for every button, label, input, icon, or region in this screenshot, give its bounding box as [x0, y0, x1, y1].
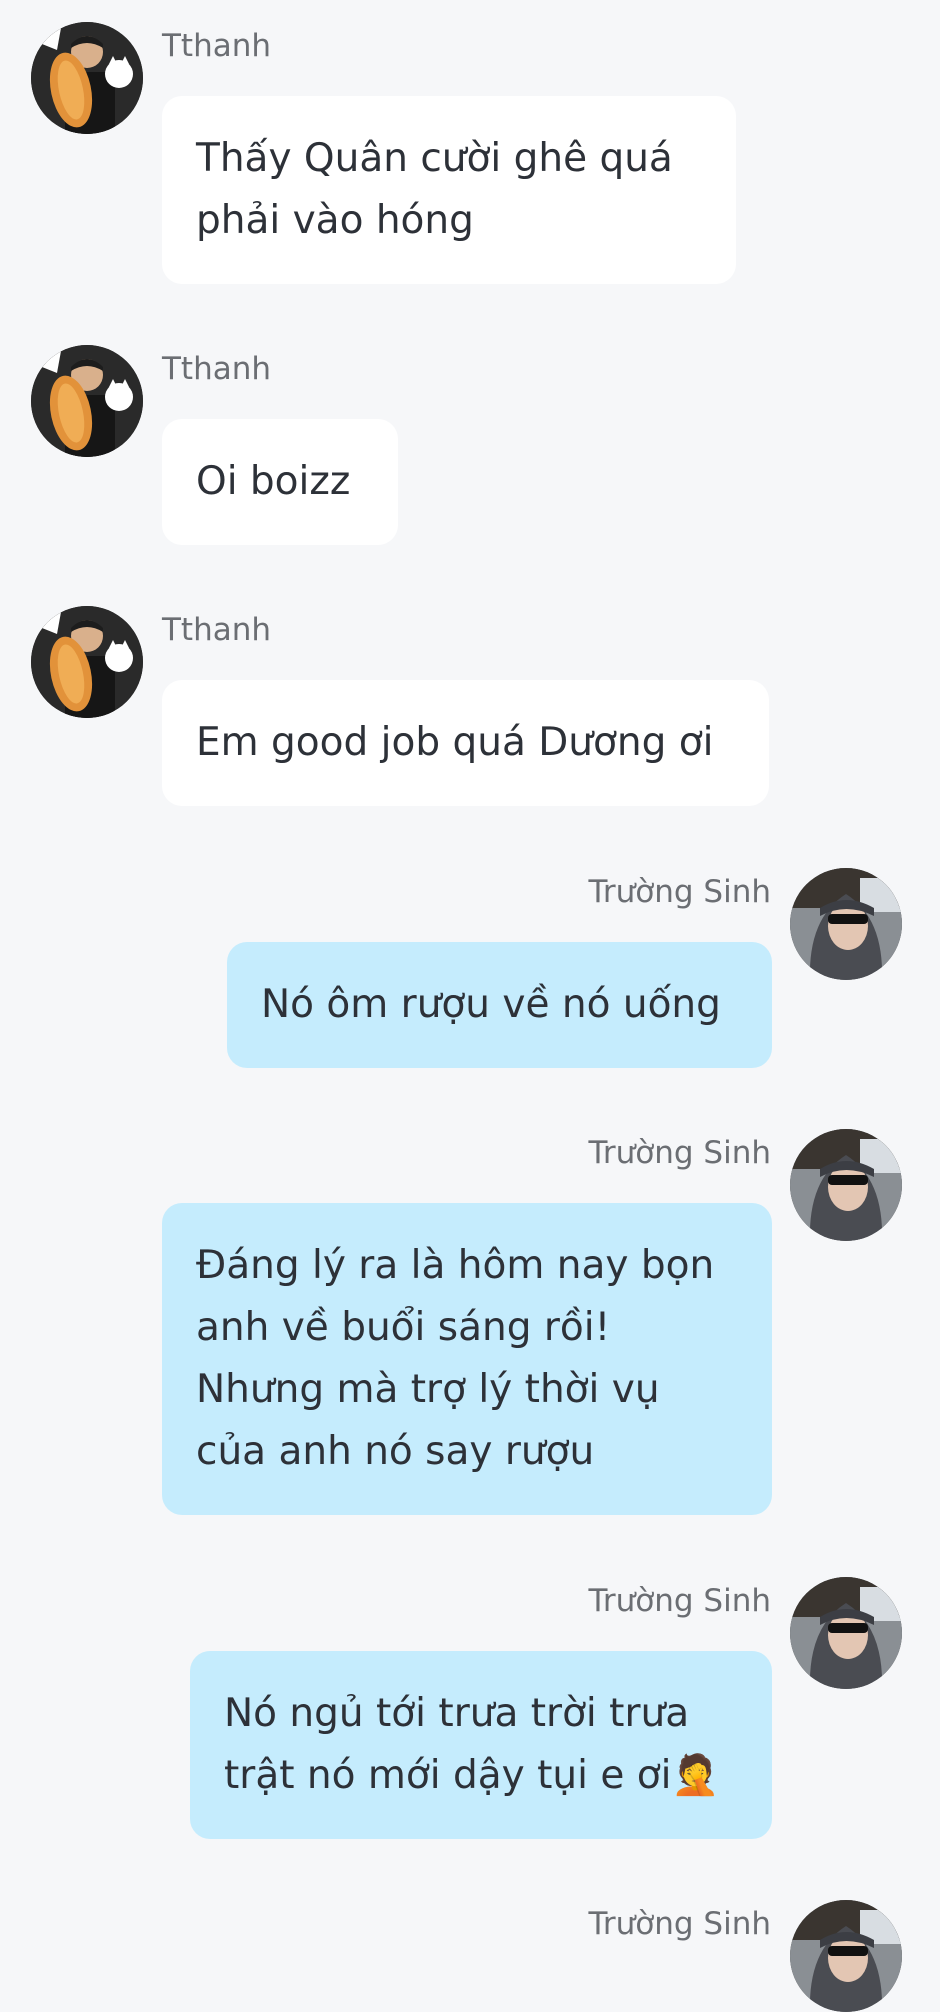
hooded-person-sunglasses-avatar-icon: [790, 1129, 902, 1241]
message-text-line: Nhưng mà trợ lý thời vụ: [196, 1367, 660, 1412]
sender-avatar[interactable]: [790, 1577, 902, 1689]
message-bubble[interactable]: Đáng lý ra là hôm nay bọn anh về buổi sá…: [162, 1203, 772, 1515]
sender-name: Trường Sinh: [588, 1906, 771, 1942]
sender-avatar[interactable]: [790, 868, 902, 980]
message-text-line: Thấy Quân cười ghê quá: [196, 136, 673, 181]
message-bubble[interactable]: Oi boizz: [162, 419, 398, 545]
chat-thread: Tthanh Thấy Quân cười ghê quá phải vào h…: [0, 0, 940, 2012]
sender-name: Trường Sinh: [588, 1135, 771, 1171]
sender-avatar[interactable]: [790, 1900, 902, 2012]
message-bubble[interactable]: Nó ôm rượu về nó uống: [227, 942, 772, 1068]
sender-avatar[interactable]: [31, 345, 143, 457]
sender-name: Tthanh: [162, 351, 272, 387]
message-text-line: Nó ôm rượu về nó uống: [261, 982, 721, 1027]
sender-avatar[interactable]: [31, 22, 143, 134]
hooded-person-sunglasses-avatar-icon: [790, 1900, 902, 2012]
sender-name: Tthanh: [162, 612, 272, 648]
sender-name: Trường Sinh: [588, 1583, 771, 1619]
bread-holding-person-avatar-icon: [31, 606, 143, 718]
message-text-line: Nó ngủ tới trưa trời trưa: [224, 1691, 690, 1736]
bread-holding-person-avatar-icon: [31, 345, 143, 457]
message-bubble[interactable]: Thấy Quân cười ghê quá phải vào hóng: [162, 96, 736, 284]
bread-holding-person-avatar-icon: [31, 22, 143, 134]
message-text-line: Em good job quá Dương ơi: [196, 720, 714, 765]
sender-avatar[interactable]: [31, 606, 143, 718]
message-text-line: Đáng lý ra là hôm nay bọn: [196, 1243, 715, 1288]
sender-avatar[interactable]: [790, 1129, 902, 1241]
message-text-line: của anh nó say rượu: [196, 1429, 595, 1474]
message-text-line: Oi boizz: [196, 459, 351, 504]
message-text-line: trật nó mới dậy tụi e ơi🤦: [224, 1753, 720, 1798]
message-bubble[interactable]: Em good job quá Dương ơi: [162, 680, 769, 806]
sender-name: Tthanh: [162, 28, 272, 64]
message-bubble[interactable]: Nó ngủ tới trưa trời trưa trật nó mới dậ…: [190, 1651, 772, 1839]
hooded-person-sunglasses-avatar-icon: [790, 1577, 902, 1689]
hooded-person-sunglasses-avatar-icon: [790, 868, 902, 980]
message-text-line: phải vào hóng: [196, 198, 474, 243]
sender-name: Trường Sinh: [588, 874, 771, 910]
message-text-line: anh về buổi sáng rồi!: [196, 1305, 611, 1350]
